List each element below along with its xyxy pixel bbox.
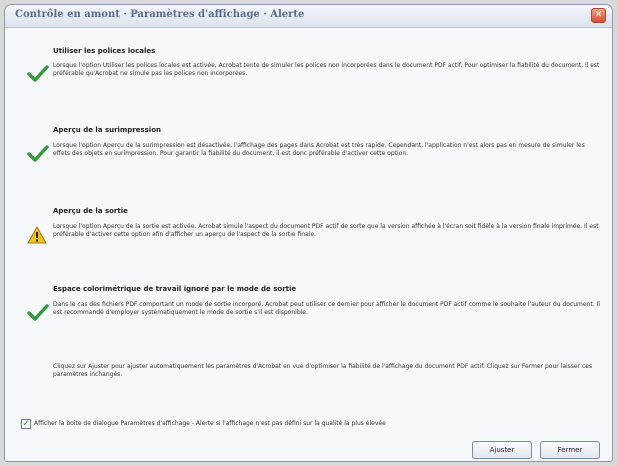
green-check-icon: [27, 145, 49, 162]
warning-triangle-icon: [27, 226, 47, 244]
green-check-icon: [27, 65, 49, 82]
instructions-text: Cliquez sur Ajuster pour ajuster automat…: [53, 363, 593, 378]
section-title: Utiliser les polices locales: [53, 47, 156, 55]
show-dialog-checkbox[interactable]: ✓: [21, 419, 31, 429]
section-text: Lorsque l'option Utiliser les polices lo…: [53, 62, 600, 77]
section-title: Aperçu de la surimpression: [53, 126, 161, 134]
section-title: Aperçu de la sortie: [53, 207, 128, 215]
section-text: Lorsque l'option Aperçu de la surimpress…: [53, 142, 585, 157]
section-text: Lorsque l'option Aperçu de la sortie est…: [53, 223, 599, 238]
close-button[interactable]: Fermer: [540, 441, 600, 459]
close-icon[interactable]: ✕: [591, 8, 606, 23]
show-dialog-checkbox-label[interactable]: Afficher la boîte de dialogue Paramètres…: [34, 420, 602, 427]
section-text: Dans le cas des fichiers PDF comportant …: [53, 301, 600, 316]
show-dialog-checkbox-row[interactable]: ✓ Afficher la boîte de dialogue Paramètr…: [21, 419, 602, 431]
title-bar[interactable]: Contrôle en amont · Paramètres d'afficha…: [5, 5, 612, 28]
dialog-content: Utiliser les polices locales Lorsque l'o…: [5, 28, 612, 461]
green-check-icon: [27, 304, 49, 321]
preflight-alert-dialog: Contrôle en amont · Paramètres d'afficha…: [4, 4, 613, 462]
dialog-title: Contrôle en amont · Paramètres d'afficha…: [15, 9, 305, 20]
adjust-button[interactable]: Ajuster: [472, 441, 532, 459]
section-title: Espace colorimétrique de travail ignoré …: [53, 285, 297, 293]
